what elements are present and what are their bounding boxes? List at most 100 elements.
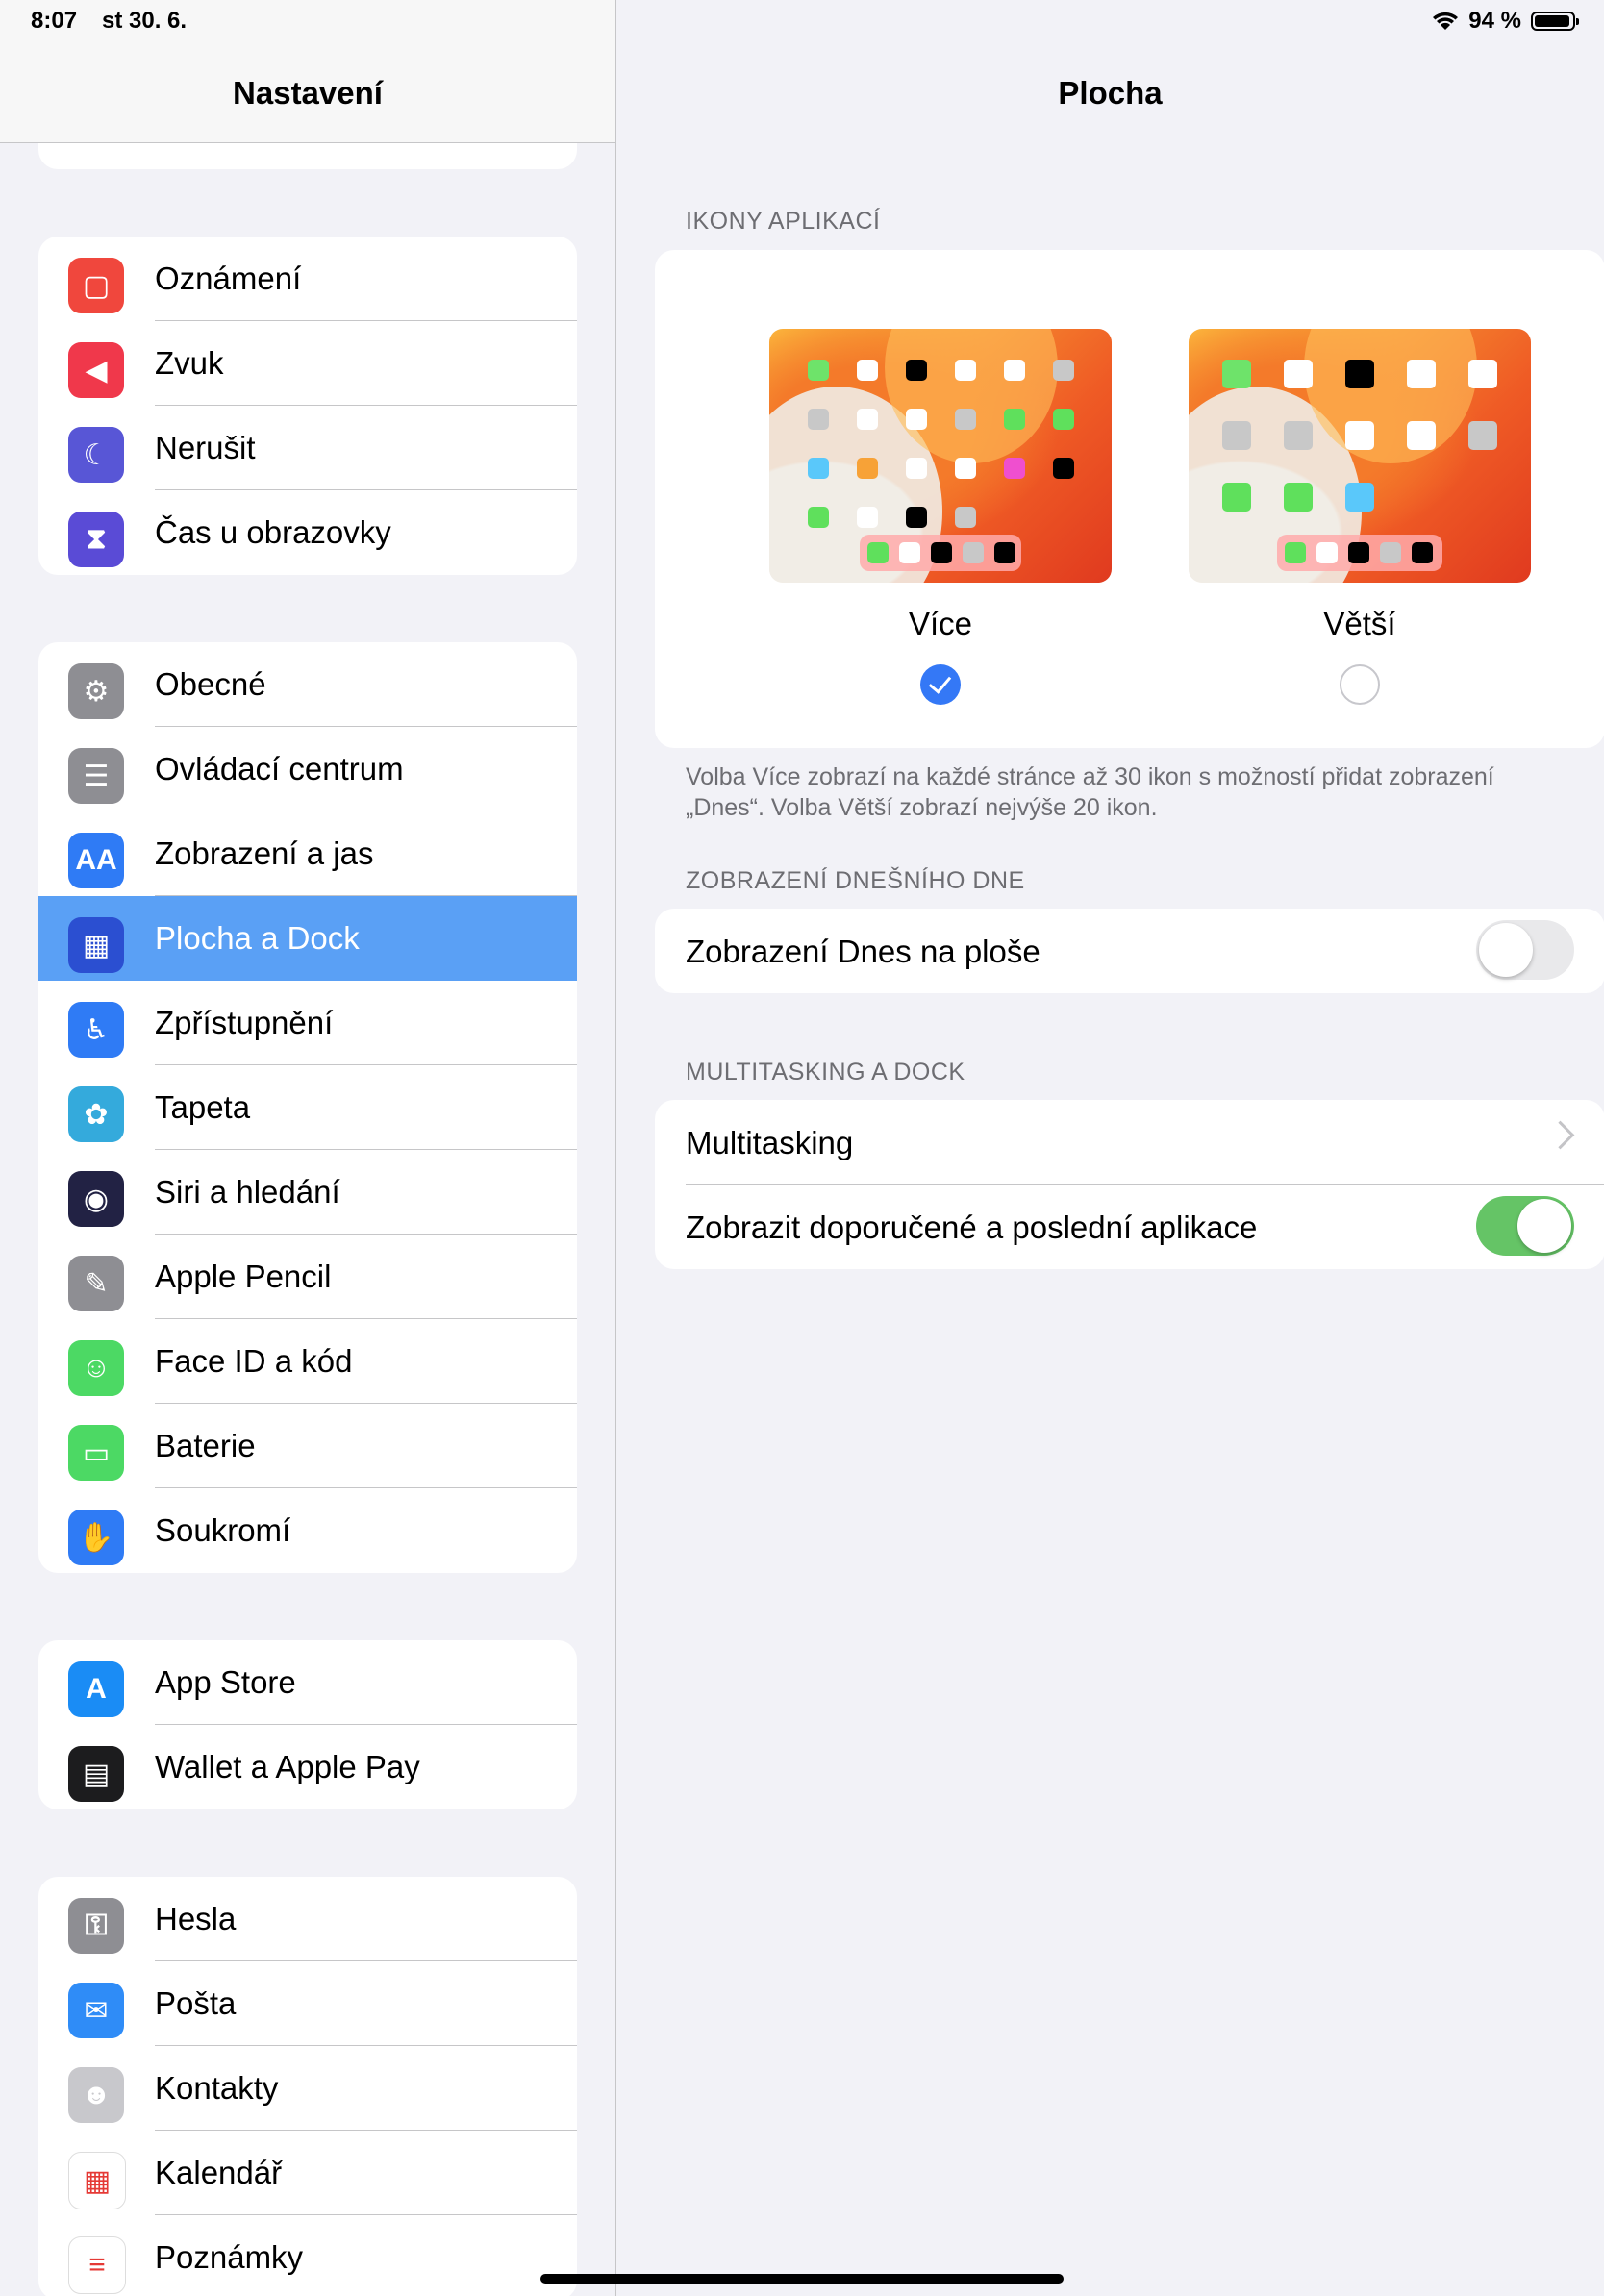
app-icon-thumb: [906, 507, 927, 528]
calendar-icon: ▦: [68, 2152, 126, 2209]
dock-icon-thumb: [963, 542, 984, 563]
app-icon-thumb: [1222, 483, 1251, 512]
wallet-icon: ▤: [68, 1746, 124, 1802]
sidebar-item[interactable]: ▤ Wallet a Apple Pay: [38, 1725, 577, 1809]
sidebar-item[interactable]: ✿ Tapeta: [38, 1065, 577, 1150]
option-bigger-radio[interactable]: [1340, 664, 1380, 705]
sidebar-item[interactable]: ☺ Face ID a kód: [38, 1319, 577, 1404]
sidebar-group-3: A App Store ▤ Wallet a Apple Pay: [38, 1640, 577, 1809]
app-icon-thumb: [1345, 421, 1374, 450]
switches-icon: ☰: [68, 748, 124, 804]
option-more-label: Více: [908, 606, 973, 641]
layout-more-preview[interactable]: [769, 329, 1112, 583]
flower-icon: ✿: [68, 1086, 124, 1142]
sound-icon: ◀: [68, 342, 124, 398]
icons-footnote: Volba Více zobrazí na každé stránce až 3…: [686, 763, 1494, 821]
sidebar-item-label: Face ID a kód: [155, 1343, 353, 1379]
notes-icon: ≡: [68, 2236, 126, 2294]
sidebar-item[interactable]: ◉ Siri a hledání: [38, 1150, 577, 1235]
layout-bigger-preview[interactable]: [1189, 329, 1531, 583]
app-icon-thumb: [808, 458, 829, 479]
sidebar-item[interactable]: ≡ Poznámky: [38, 2215, 577, 2296]
section-header-multitasking: MULTITASKING A DOCK: [686, 1059, 965, 1086]
app-icon-thumb: [906, 409, 927, 430]
app-icon-thumb: [857, 458, 878, 479]
sidebar-item[interactable]: ♿ Zpřístupnění: [38, 981, 577, 1065]
multitasking-row[interactable]: Multitasking: [655, 1100, 1604, 1185]
sidebar-item[interactable]: ▢ Oznámení: [38, 237, 577, 321]
sidebar-item-label: Nerušit: [155, 430, 256, 465]
app-icon-thumb: [808, 409, 829, 430]
option-more-radio[interactable]: [920, 664, 961, 705]
sidebar-item[interactable]: ☰ Ovládací centrum: [38, 727, 577, 811]
sidebar-item[interactable]: ✎ Apple Pencil: [38, 1235, 577, 1319]
dock-icon-thumb: [867, 542, 889, 563]
today-toggle[interactable]: [1476, 920, 1574, 980]
chevron-right-icon: [1545, 1120, 1575, 1150]
mail-icon: ✉: [68, 1983, 124, 2038]
dock-icon-thumb: [1316, 542, 1338, 563]
sidebar-item-label: Čas u obrazovky: [155, 514, 391, 550]
sidebar-item[interactable]: ▦ Plocha a Dock: [38, 896, 577, 981]
battery-icon: ▭: [68, 1425, 124, 1481]
option-bigger-label: Větší: [1323, 606, 1396, 641]
section-header-today: ZOBRAZENÍ DNEŠNÍHO DNE: [686, 867, 1025, 894]
today-card: Zobrazení Dnes na ploše: [655, 909, 1604, 993]
app-icon-thumb: [955, 458, 976, 479]
multitasking-card: Multitasking Zobrazit doporučené a posle…: [655, 1100, 1604, 1269]
hourglass-icon: ⧗: [68, 512, 124, 567]
sidebar-item[interactable]: ✋ Soukromí: [38, 1488, 577, 1573]
app-icon-thumb: [1053, 360, 1074, 381]
sidebar-item[interactable]: ✉ Pošta: [38, 1961, 577, 2046]
suggested-apps-row: Zobrazit doporučené a poslední aplikace: [655, 1185, 1604, 1269]
dock-icon-thumb: [1285, 542, 1306, 563]
sidebar-item[interactable]: ⚙ Obecné: [38, 642, 577, 727]
sidebar-item-label: Poznámky: [155, 2239, 304, 2275]
today-row: Zobrazení Dnes na ploše: [655, 909, 1604, 993]
sidebar-item[interactable]: ⧗ Čas u obrazovky: [38, 490, 577, 575]
app-icon-thumb: [1004, 360, 1025, 381]
wifi-icon: [1433, 12, 1459, 30]
pencil-icon: ✎: [68, 1256, 124, 1311]
status-time: 8:07: [31, 8, 78, 34]
sidebar-title: Nastavení: [233, 75, 383, 111]
app-icon-thumb: [808, 507, 829, 528]
sidebar-item[interactable]: AA Zobrazení a jas: [38, 811, 577, 896]
moon-icon: ☾: [68, 427, 124, 483]
sidebar-item-label: Baterie: [155, 1428, 256, 1463]
suggested-apps-toggle[interactable]: [1476, 1196, 1574, 1256]
app-icon-thumb: [808, 360, 829, 381]
app-icon-thumb: [1284, 360, 1313, 388]
battery-percent: 94 %: [1468, 8, 1521, 34]
sidebar-item[interactable]: ☾ Nerušit: [38, 406, 577, 490]
app-icon-thumb: [1004, 458, 1025, 479]
battery-icon: [1531, 12, 1579, 31]
sidebar-item[interactable]: ☻ Kontakty: [38, 2046, 577, 2131]
sidebar-item[interactable]: ◀ Zvuk: [38, 321, 577, 406]
sidebar-item[interactable]: ▦ Kalendář: [38, 2131, 577, 2215]
app-icon-thumb: [1284, 483, 1313, 512]
dock-icon-thumb: [1348, 542, 1369, 563]
app-icon-thumb: [857, 360, 878, 381]
sidebar-item-label: Zvuk: [155, 345, 224, 381]
sidebar[interactable]: Nastavení ▢ Oznámení ◀ Zvuk ☾ Nerušit ⧗ Čas u o…: [0, 0, 616, 2296]
sidebar-item-label: Oznámení: [155, 261, 302, 296]
sidebar-item[interactable]: ▭ Baterie: [38, 1404, 577, 1488]
dock-icon-thumb: [1412, 542, 1433, 563]
sidebar-item-label: Tapeta: [155, 1089, 251, 1125]
app-icon-thumb: [1284, 421, 1313, 450]
sidebar-item[interactable]: A App Store: [38, 1640, 577, 1725]
app-icon-thumb: [906, 360, 927, 381]
key-icon: ⚿: [68, 1898, 124, 1954]
text-size-icon: AA: [68, 833, 124, 888]
sidebar-item-label: App Store: [155, 1664, 296, 1700]
sidebar-item-label: Obecné: [155, 666, 266, 702]
app-icon-thumb: [857, 409, 878, 430]
status-right: 94 %: [1432, 8, 1579, 35]
dock-icon-thumb: [1380, 542, 1401, 563]
sidebar-item[interactable]: ⚿ Hesla: [38, 1877, 577, 1961]
sidebar-item-label: Ovládací centrum: [155, 751, 404, 786]
home-grid-icon: ▦: [68, 917, 124, 973]
sidebar-item-label: Zpřístupnění: [155, 1005, 334, 1040]
sidebar-item-label: Kalendář: [155, 2155, 283, 2190]
